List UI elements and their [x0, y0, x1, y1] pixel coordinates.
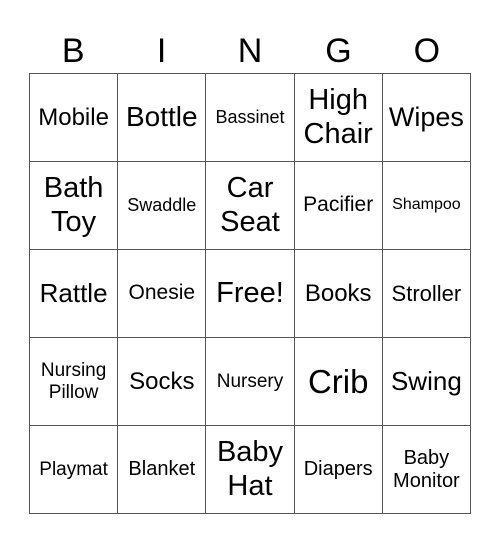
header-letter-g: G — [325, 32, 352, 70]
bingo-cell[interactable]: Nursery — [206, 338, 295, 426]
bingo-cell[interactable]: Blanket — [118, 426, 207, 514]
bingo-cell[interactable]: Baby Monitor — [382, 426, 471, 514]
bingo-cell[interactable]: Socks — [118, 338, 207, 426]
bingo-cell[interactable]: Bottle — [118, 74, 207, 162]
bingo-grid: Mobile Bottle Bassinet High Chair Wipes Bath … — [29, 73, 471, 514]
bingo-cell[interactable]: Diapers — [294, 426, 383, 514]
bingo-cell[interactable]: Stroller — [382, 250, 471, 338]
bingo-cell[interactable]: Bath Toy — [30, 162, 119, 250]
bingo-cell[interactable]: Baby Hat — [206, 426, 295, 514]
bingo-cell[interactable]: Crib — [294, 338, 383, 426]
bingo-cell[interactable]: Car Seat — [206, 162, 295, 250]
bingo-cell[interactable]: Books — [294, 250, 383, 338]
bingo-cell[interactable]: High Chair — [294, 74, 383, 162]
header-letter-n: N — [237, 32, 263, 70]
bingo-cell[interactable]: Swaddle — [118, 162, 207, 250]
bingo-cell[interactable]: Rattle — [30, 250, 119, 338]
bingo-cell[interactable]: Wipes — [382, 74, 471, 162]
header-letter-o: O — [413, 32, 441, 70]
bingo-cell[interactable]: Pacifier — [294, 162, 383, 250]
bingo-cell[interactable]: Swing — [382, 338, 471, 426]
header-letter-i: I — [156, 32, 167, 70]
bingo-cell[interactable]: Nursing Pillow — [30, 338, 119, 426]
bingo-cell[interactable]: Shampoo — [382, 162, 471, 250]
header-letter-b: B — [61, 32, 85, 70]
bingo-cell[interactable]: Playmat — [30, 426, 119, 514]
bingo-cell[interactable]: Bassinet — [206, 74, 295, 162]
bingo-cell[interactable]: Free! — [206, 250, 295, 338]
bingo-header: B I N G O — [29, 30, 471, 73]
bingo-cell[interactable]: Mobile — [30, 74, 119, 162]
bingo-cell[interactable]: Onesie — [118, 250, 207, 338]
